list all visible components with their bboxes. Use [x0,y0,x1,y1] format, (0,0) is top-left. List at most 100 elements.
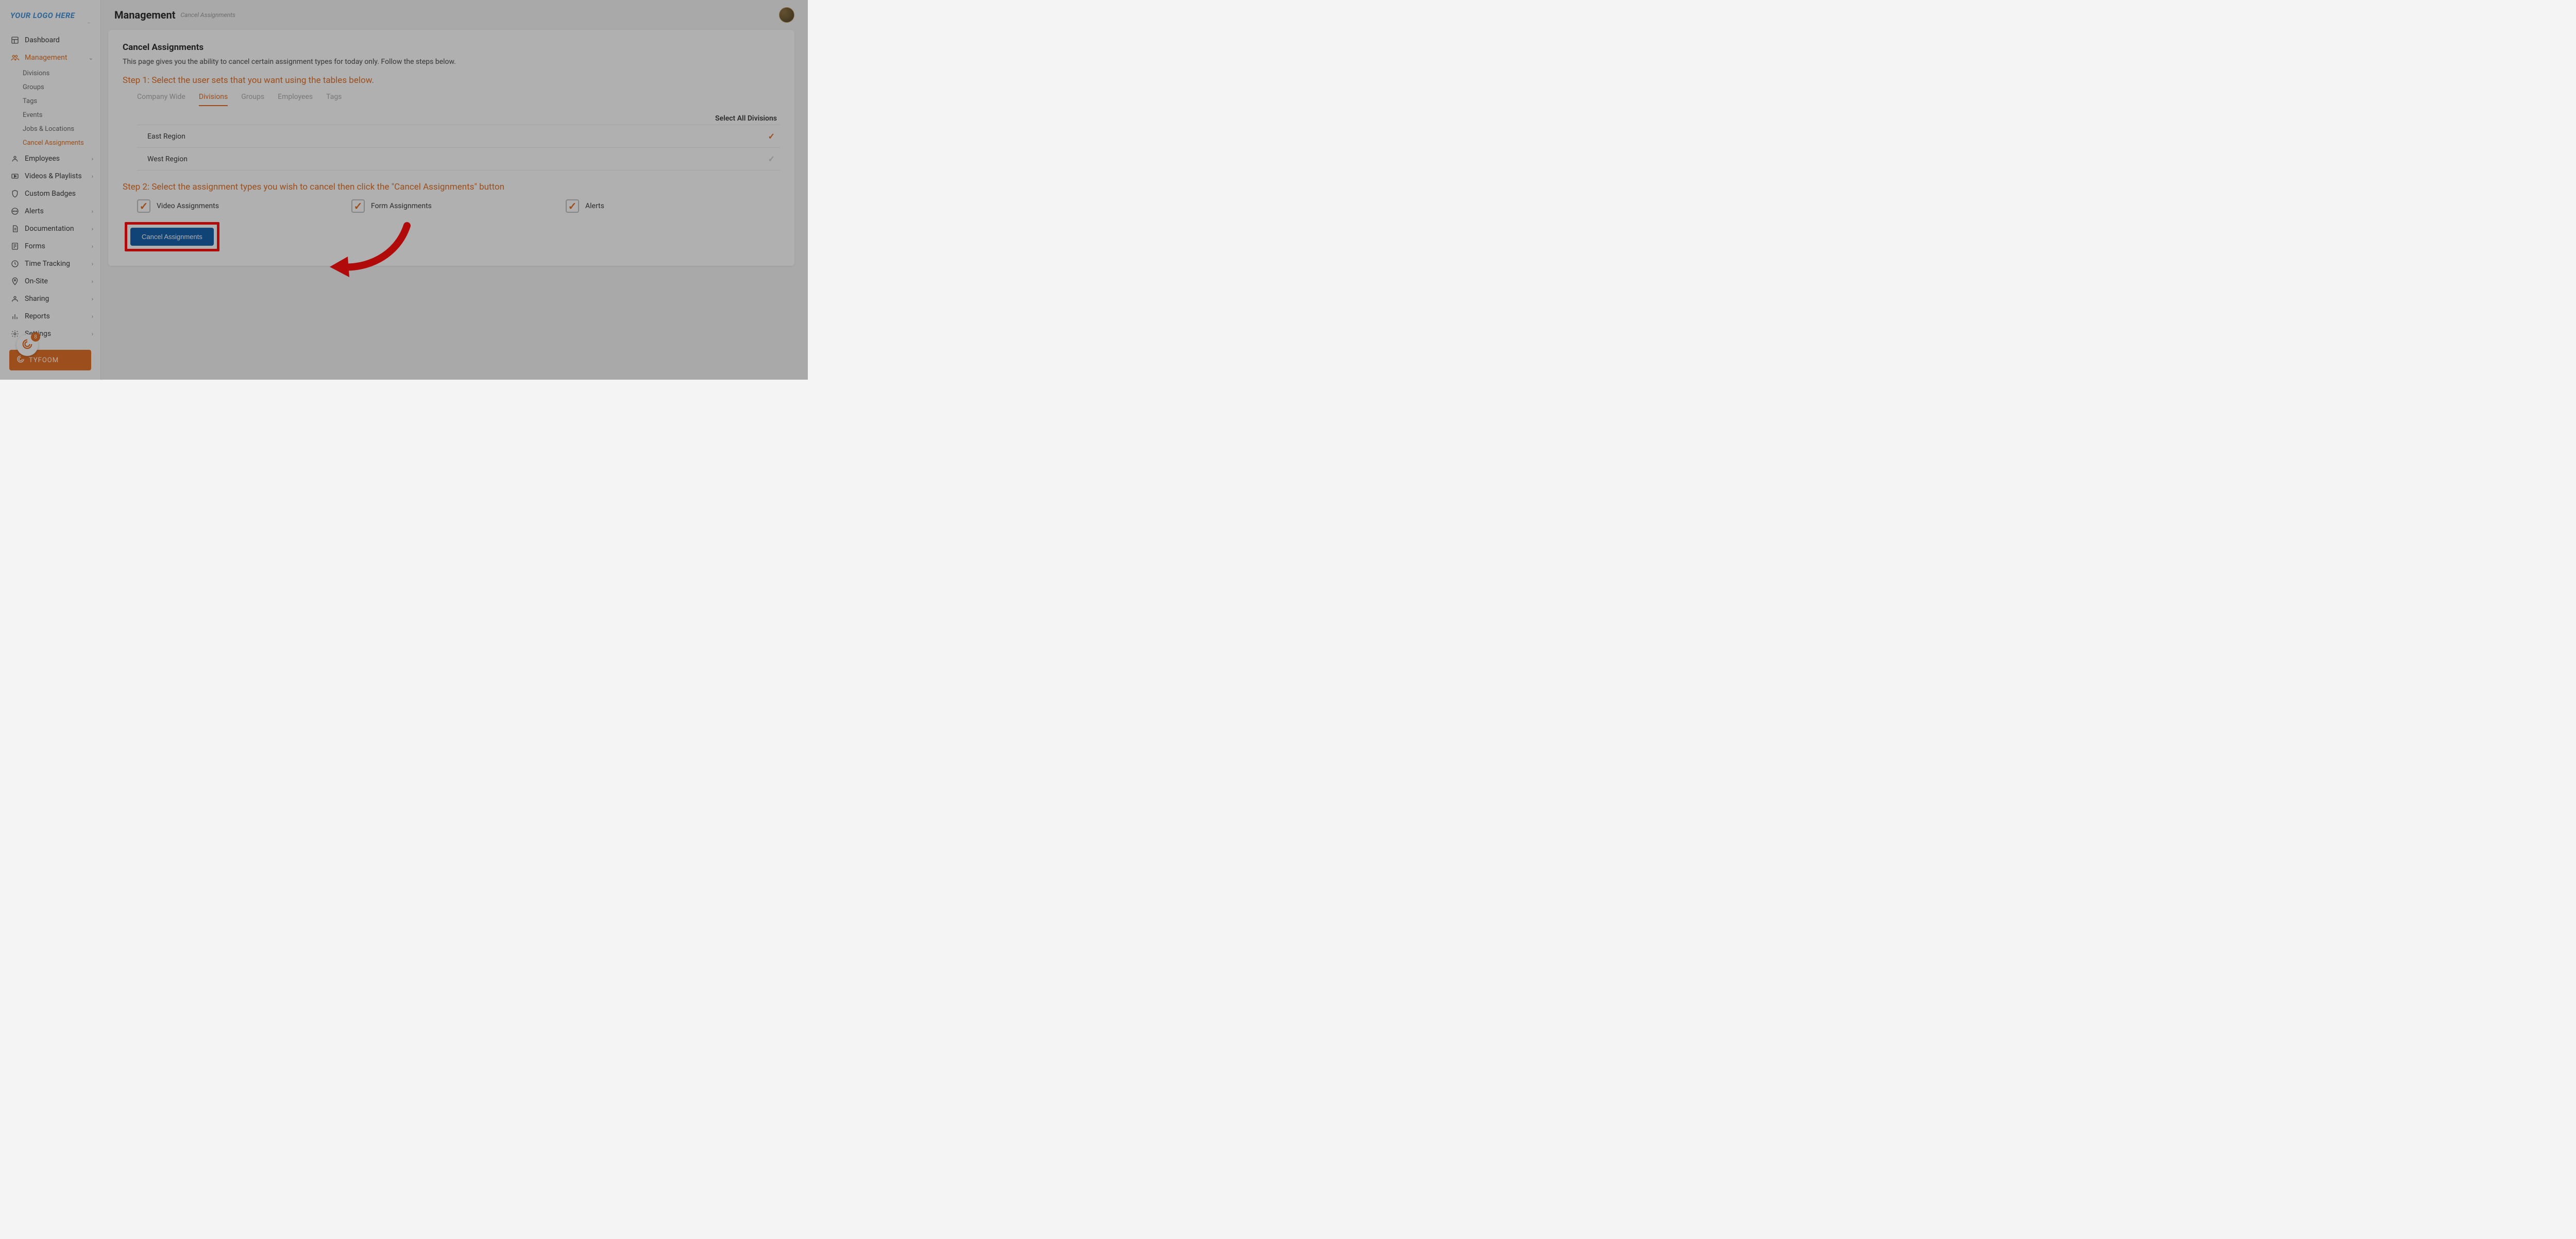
sidebar-item-label: On-Site [25,277,48,285]
main-content: Management Cancel Assignments Cancel Ass… [101,0,808,380]
sidebar-sub-cancel-assignments[interactable]: Cancel Assignments [23,136,100,150]
chevron-down-icon: ⌄ [89,55,93,61]
sidebar-item-sharing[interactable]: Sharing › [0,290,100,308]
sidebar-sub-divisions[interactable]: Divisions [23,66,100,80]
sidebar-item-badges[interactable]: Custom Badges [0,185,100,202]
chevron-right-icon: › [92,278,93,285]
chevron-right-icon: › [92,156,93,162]
checkbox-icon: ✓ [351,199,365,213]
alert-icon [10,207,20,215]
card-title: Cancel Assignments [123,42,780,53]
tab-divisions[interactable]: Divisions [199,93,228,106]
checkbox-label: Video Assignments [157,202,219,210]
highlight-annotation: Cancel Assignments [125,222,219,251]
share-icon [10,295,20,303]
notification-badge[interactable]: 8 [16,334,38,356]
sidebar-item-label: Reports [25,312,50,320]
logo-subtext: — [10,21,90,25]
sidebar-item-dashboard[interactable]: Dashboard [0,31,100,49]
sidebar-nav: Dashboard Management ⌄ Divisions Groups … [0,31,100,350]
checkbox-form[interactable]: ✓ Form Assignments [351,199,566,213]
table-row[interactable]: East Region ✓ [137,125,780,148]
sidebar: YOUR LOGO HERE — Dashboard Management ⌄ … [0,0,101,380]
row-check[interactable]: ✓ [768,154,775,164]
sidebar-sub-tags[interactable]: Tags [23,94,100,108]
checkbox-alerts[interactable]: ✓ Alerts [566,199,780,213]
page-title: Management [114,9,175,21]
dashboard-icon [10,36,20,44]
card-description: This page gives you the ability to cance… [123,58,780,66]
user-set-tabs: Company Wide Divisions Groups Employees … [137,93,780,106]
clock-icon [10,260,20,268]
badge-icon [10,190,20,198]
select-all-divisions[interactable]: Select All Divisions [123,114,780,123]
sidebar-item-forms[interactable]: Forms › [0,237,100,255]
tab-employees[interactable]: Employees [278,93,313,106]
sidebar-item-alerts[interactable]: Alerts › [0,202,100,220]
checkbox-label: Form Assignments [371,202,432,210]
sidebar-item-label: Alerts [25,207,44,215]
sidebar-sub-groups[interactable]: Groups [23,80,100,94]
breadcrumb: Cancel Assignments [180,11,235,19]
chevron-right-icon: › [92,313,93,320]
sidebar-subnav-management: Divisions Groups Tags Events Jobs & Loca… [0,66,100,150]
sidebar-sub-events[interactable]: Events [23,108,100,122]
gear-icon [10,330,20,338]
sidebar-item-label: Custom Badges [25,190,76,198]
tab-tags[interactable]: Tags [326,93,342,106]
sidebar-item-label: Employees [25,155,60,163]
chevron-right-icon: › [92,331,93,337]
header: Management Cancel Assignments [101,0,808,30]
step1-title: Step 1: Select the user sets that you wa… [123,75,780,86]
video-icon [10,172,20,180]
chevron-right-icon: › [92,208,93,215]
sidebar-item-onsite[interactable]: On-Site › [0,273,100,290]
sidebar-item-label: Management [25,54,67,62]
form-icon [10,242,20,250]
sidebar-item-label: Sharing [25,295,49,303]
chevron-right-icon: › [92,226,93,232]
sidebar-item-documentation[interactable]: Documentation › [0,220,100,237]
checkbox-icon: ✓ [137,199,150,213]
check-icon: ✓ [768,154,775,164]
sidebar-item-employees[interactable]: Employees › [0,150,100,167]
sidebar-item-videos[interactable]: Videos & Playlists › [0,167,100,185]
swirl-icon [16,355,25,365]
sidebar-item-management[interactable]: Management ⌄ [0,49,100,66]
chart-icon [10,312,20,320]
checkbox-video[interactable]: ✓ Video Assignments [137,199,351,213]
sidebar-item-time-tracking[interactable]: Time Tracking › [0,255,100,273]
brand-bar-label: TYFOOM [29,357,59,364]
sidebar-sub-jobs[interactable]: Jobs & Locations [23,122,100,136]
divisions-table: East Region ✓ West Region ✓ [137,125,780,171]
avatar[interactable] [779,7,794,23]
sidebar-item-label: Videos & Playlists [25,172,82,180]
chevron-right-icon: › [92,296,93,302]
person-icon [10,155,20,163]
step2-title: Step 2: Select the assignment types you … [123,182,780,192]
sidebar-item-label: Documentation [25,225,74,233]
tab-groups[interactable]: Groups [241,93,264,106]
cancel-assignments-button[interactable]: Cancel Assignments [130,228,214,246]
logo-text: YOUR LOGO HERE [10,11,75,20]
swirl-icon [22,338,33,352]
logo: YOUR LOGO HERE — [0,5,100,31]
location-icon [10,277,20,285]
doc-icon [10,225,20,233]
assignment-type-checks: ✓ Video Assignments ✓ Form Assignments ✓… [137,199,780,213]
sidebar-item-settings[interactable]: Settings › [0,325,100,343]
table-row[interactable]: West Region ✓ [137,148,780,171]
badge-count: 8 [31,332,40,342]
card-cancel-assignments: Cancel Assignments This page gives you t… [108,30,794,266]
tab-company-wide[interactable]: Company Wide [137,93,185,106]
chevron-right-icon: › [92,173,93,180]
sidebar-item-reports[interactable]: Reports › [0,308,100,325]
checkbox-label: Alerts [585,202,604,210]
row-check[interactable]: ✓ [768,131,775,141]
sidebar-item-label: Time Tracking [25,260,70,268]
chevron-right-icon: › [92,243,93,250]
users-icon [10,54,20,62]
checkbox-icon: ✓ [566,199,579,213]
check-icon: ✓ [768,131,775,141]
chevron-right-icon: › [92,261,93,267]
